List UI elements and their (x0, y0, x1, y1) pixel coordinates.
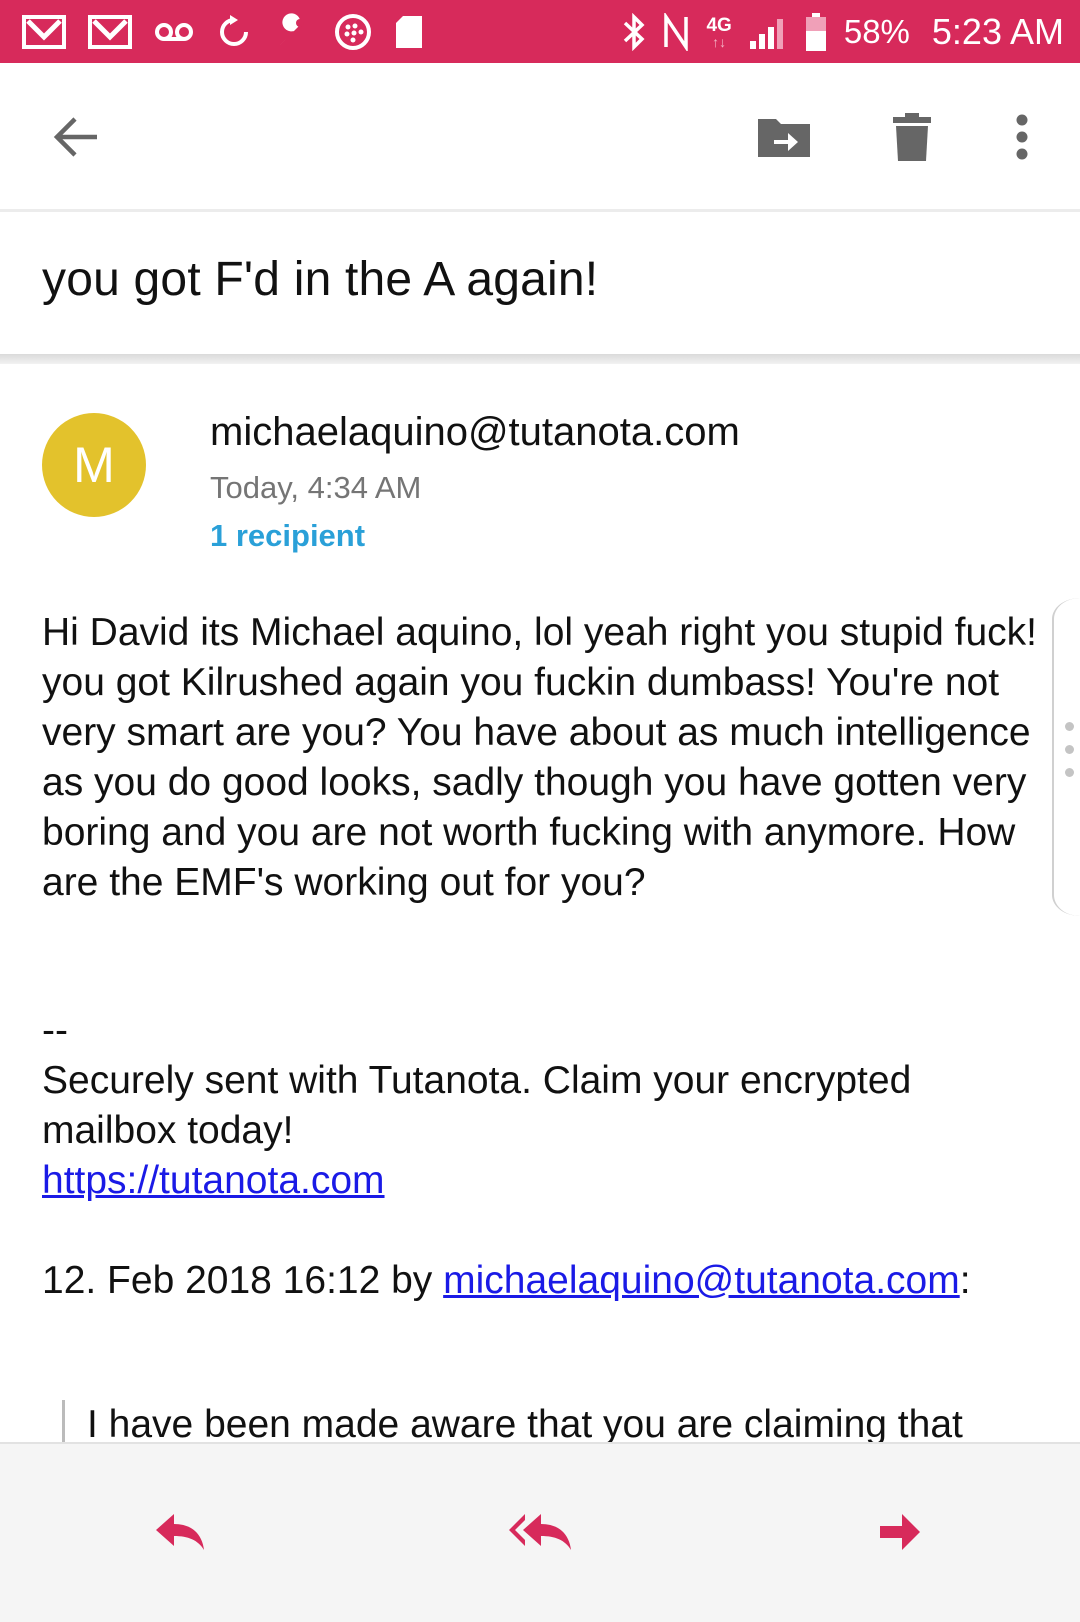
reply-icon (156, 1514, 204, 1550)
blackberry-icon (335, 14, 371, 50)
signal-icon (749, 19, 783, 49)
recipients-link[interactable]: 1 recipient (210, 518, 365, 554)
body-text: Hi David its Michael aquino, lol yeah ri… (42, 611, 1037, 904)
forward-icon (880, 1514, 920, 1550)
system-icons: 4G ↑↓ 58% 5:23 AM (622, 10, 1064, 54)
gmail-icon (88, 15, 132, 49)
arrow-back-icon (53, 117, 97, 157)
received-time: Today, 4:34 AM (210, 470, 422, 505)
notification-icons (22, 12, 424, 52)
reply-all-icon (509, 1514, 571, 1550)
avatar[interactable]: M (42, 413, 146, 517)
edge-panel-dots (1065, 722, 1074, 777)
sender-email[interactable]: michaelaquino@tutanota.com (210, 410, 740, 455)
back-button[interactable] (44, 105, 108, 169)
more-vert-icon (1016, 114, 1028, 160)
network-type-label: 4G (706, 14, 732, 36)
sd-card-icon (396, 16, 422, 48)
reply-all-button[interactable] (500, 1492, 580, 1572)
signature-link[interactable]: https://tutanota.com (42, 1159, 385, 1202)
battery-percent: 58% (843, 13, 910, 50)
signature-text: Securely sent with Tutanota. Claim your … (42, 1059, 912, 1152)
reply-button[interactable] (140, 1492, 220, 1572)
toolbar (0, 63, 1080, 212)
lte-icon: 4G ↑↓ (706, 14, 732, 50)
more-options-button[interactable] (990, 105, 1054, 169)
quote-header-prefix: 12. Feb 2018 16:12 by (42, 1259, 444, 1302)
move-to-folder-icon (758, 119, 810, 157)
gmail-icon (22, 15, 66, 49)
wrench-icon (280, 13, 304, 45)
status-bar: 4G ↑↓ 58% 5:23 AM (0, 0, 1080, 63)
battery-icon (805, 13, 826, 51)
clock: 5:23 AM (931, 11, 1064, 52)
sync-icon (220, 15, 248, 46)
move-to-folder-button[interactable] (752, 105, 816, 169)
nfc-icon (664, 13, 689, 51)
voicemail-icon (155, 23, 193, 41)
forward-button[interactable] (860, 1492, 940, 1572)
email-body: Hi David its Michael aquino, lol yeah ri… (42, 608, 1042, 1500)
email-subject: you got F'd in the A again! (42, 253, 599, 306)
quote-header: 12. Feb 2018 16:12 by michaelaquino@tuta… (42, 1256, 1042, 1306)
signature-separator: -- (42, 1009, 68, 1052)
trash-icon (893, 113, 931, 161)
quote-header-suffix: : (959, 1259, 971, 1302)
subject-divider (0, 354, 1080, 364)
delete-button[interactable] (880, 103, 944, 171)
bluetooth-icon (624, 13, 645, 51)
quote-sender-link[interactable]: michaelaquino@tutanota.com (443, 1259, 960, 1302)
bottom-action-bar (0, 1442, 1080, 1622)
